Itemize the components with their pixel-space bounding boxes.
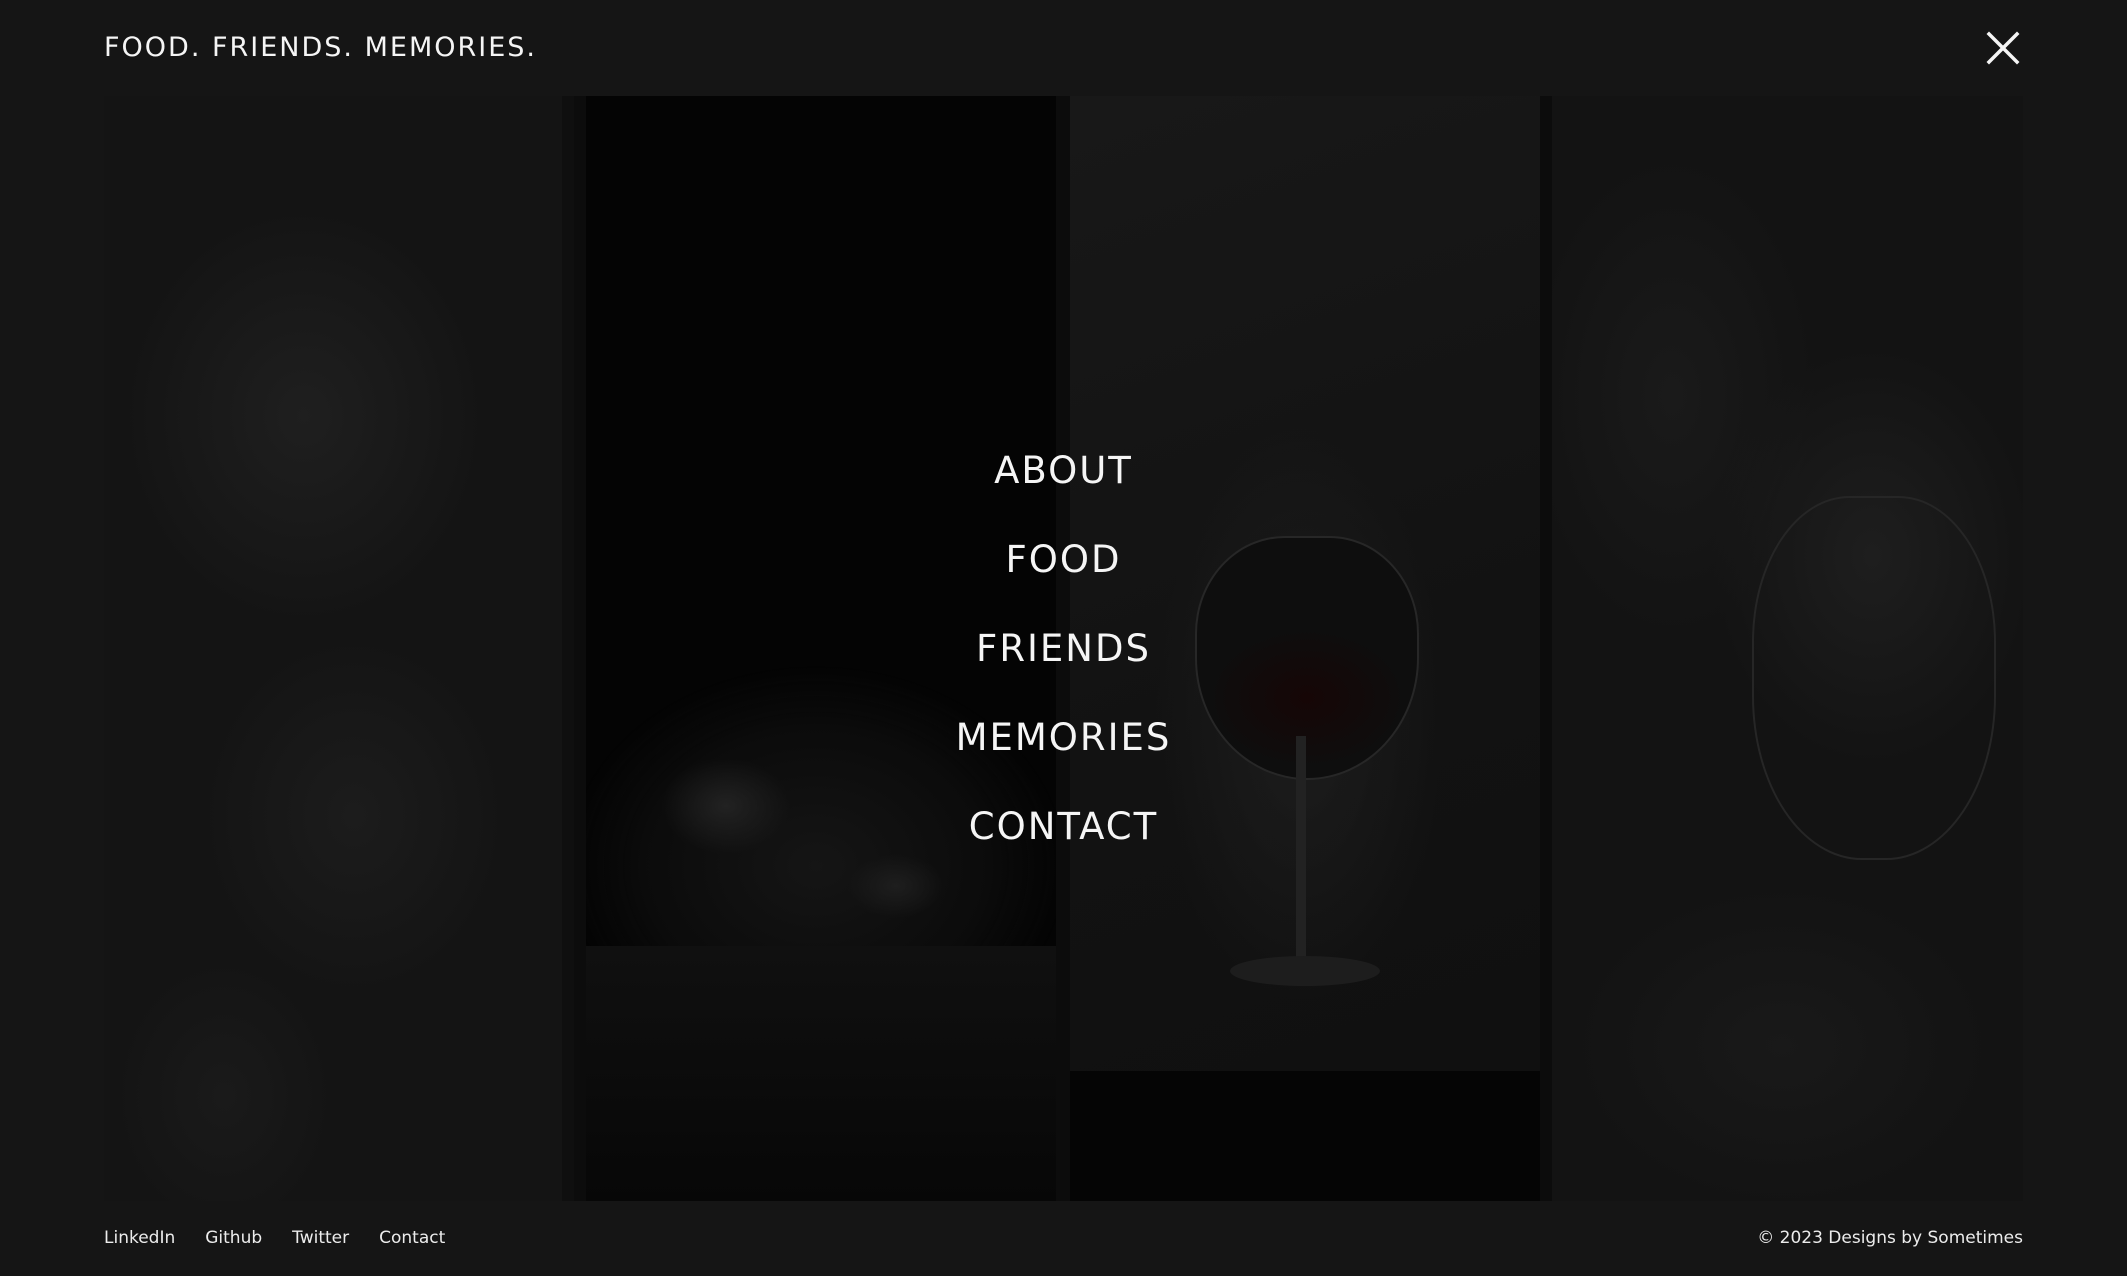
close-button[interactable] bbox=[1983, 28, 2023, 68]
wine-glass-base bbox=[1230, 956, 1380, 986]
cutting-board-image bbox=[586, 946, 1056, 1201]
footer-link-github[interactable]: Github bbox=[205, 1228, 262, 1248]
top-bar: FOOD. FRIENDS. MEMORIES. bbox=[104, 28, 2023, 68]
footer-links: LinkedIn Github Twitter Contact bbox=[104, 1228, 445, 1248]
nav-link-friends[interactable]: FRIENDS bbox=[976, 624, 1151, 674]
footer-link-linkedin[interactable]: LinkedIn bbox=[104, 1228, 175, 1248]
wine-glass-stem bbox=[1296, 736, 1306, 966]
site-brand[interactable]: FOOD. FRIENDS. MEMORIES. bbox=[104, 32, 537, 63]
copyright-text: © 2023 Designs by Sometimes bbox=[1757, 1228, 2023, 1248]
nav-link-contact[interactable]: CONTACT bbox=[969, 802, 1158, 852]
footer: LinkedIn Github Twitter Contact © 2023 D… bbox=[104, 1228, 2023, 1256]
menu-overlay-page: FOOD. FRIENDS. MEMORIES. ABOUT FOOD FRIE… bbox=[0, 0, 2127, 1276]
nav-link-memories[interactable]: MEMORIES bbox=[956, 713, 1172, 763]
photo-panel-flowers bbox=[104, 96, 574, 1201]
footer-link-contact[interactable]: Contact bbox=[379, 1228, 445, 1248]
footer-link-twitter[interactable]: Twitter bbox=[292, 1228, 349, 1248]
panel-divider bbox=[562, 96, 574, 1201]
glasses-image bbox=[1752, 496, 1996, 860]
wine-glass-image bbox=[1195, 536, 1419, 780]
close-icon bbox=[1986, 31, 2020, 65]
photo-panel-glasses bbox=[1552, 96, 2023, 1201]
nav-link-food[interactable]: FOOD bbox=[1005, 535, 1121, 585]
nav-link-about[interactable]: ABOUT bbox=[994, 446, 1133, 496]
